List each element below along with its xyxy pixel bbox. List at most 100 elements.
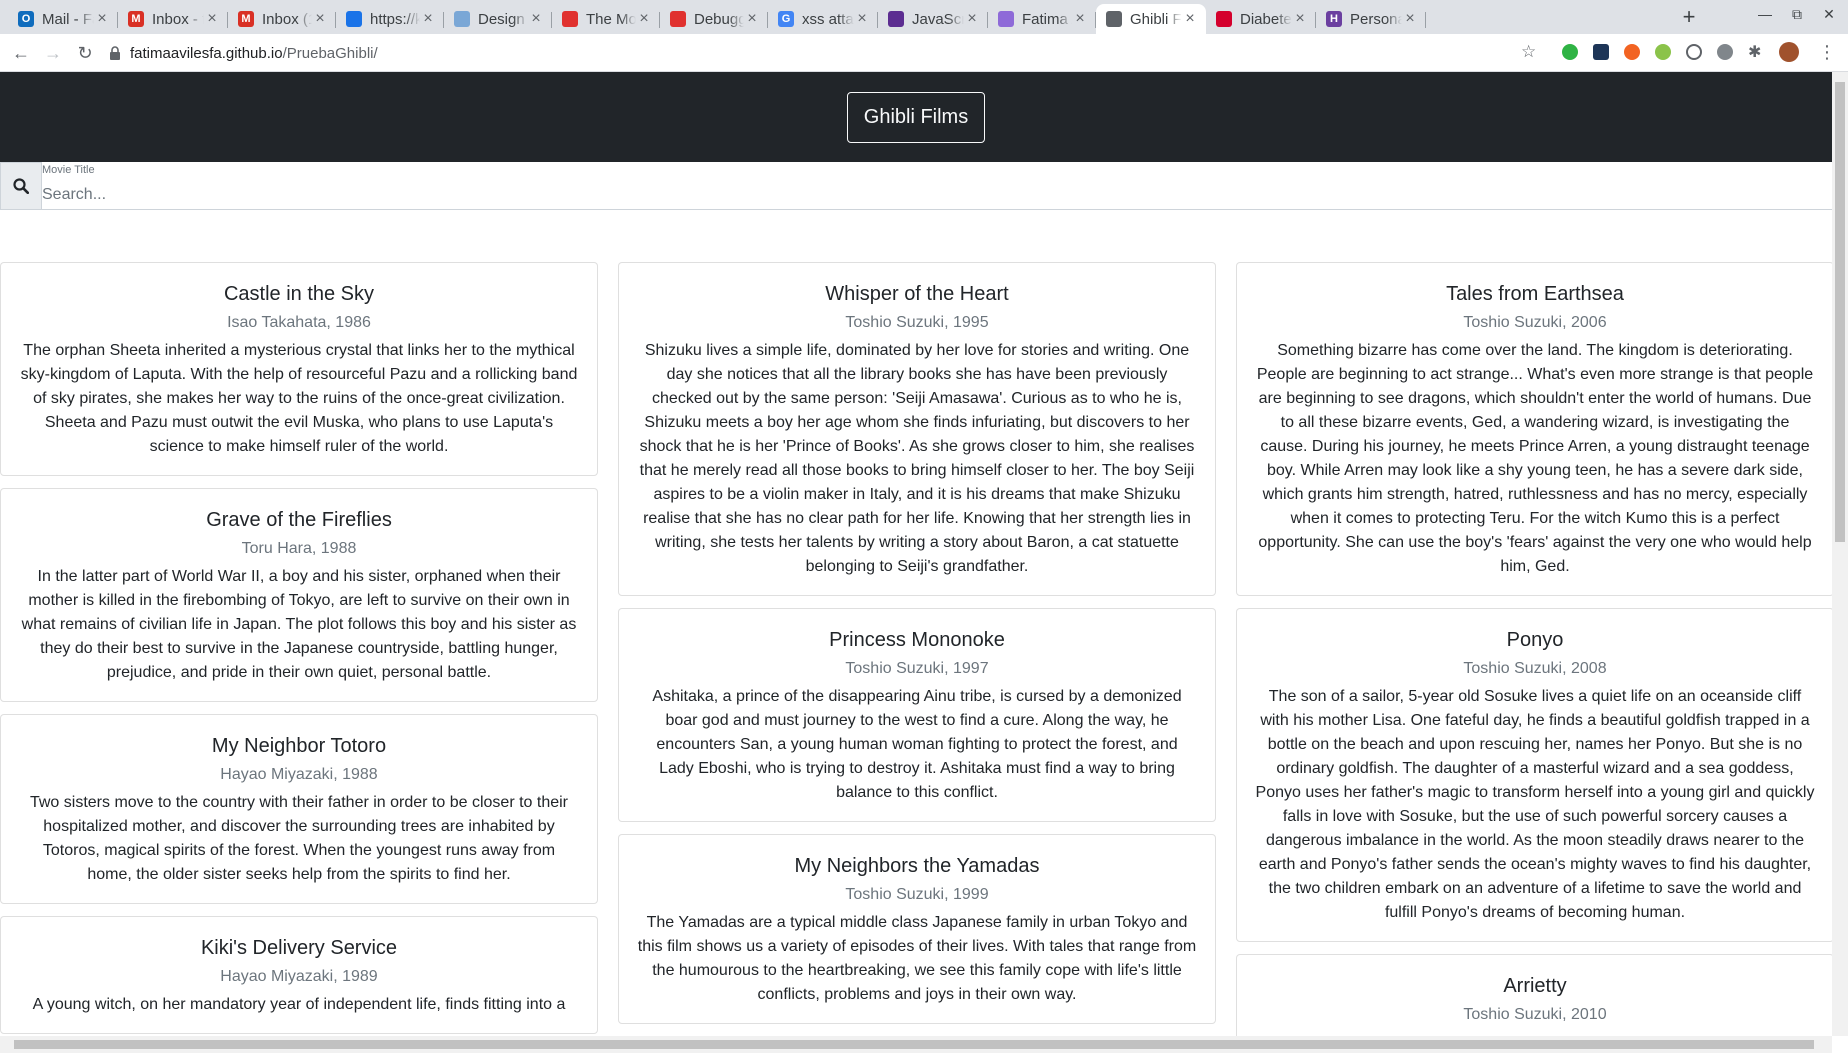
film-subtitle: Toshio Suzuki, 1995 <box>845 314 989 331</box>
browser-tab[interactable]: The Mod× <box>552 4 660 34</box>
vertical-scroll-thumb[interactable] <box>1835 82 1845 542</box>
tab-close-icon[interactable]: × <box>636 10 652 28</box>
tab-close-icon[interactable]: × <box>744 10 760 28</box>
film-title: Grave of the Fireflies <box>206 509 392 531</box>
vertical-scrollbar[interactable] <box>1832 72 1848 1036</box>
extension-circle-icon[interactable] <box>1686 44 1702 60</box>
tab-title: Debuggi <box>694 10 744 28</box>
tab-close-icon[interactable]: × <box>1402 10 1418 28</box>
browser-tab[interactable]: Gxss attac× <box>768 4 878 34</box>
horizontal-scrollbar[interactable] <box>0 1036 1832 1053</box>
film-card[interactable]: Tales from Earthsea Toshio Suzuki, 2006 So… <box>1236 262 1832 596</box>
forward-button[interactable]: → <box>42 42 64 64</box>
url-path: /PruebaGhibli/ <box>282 44 378 62</box>
film-title: Castle in the Sky <box>223 283 375 305</box>
browser-tab[interactable]: M Inbox - fatima× <box>118 4 228 34</box>
tab-close-icon[interactable]: × <box>528 10 544 28</box>
tab-strip: + — ⧉ ✕ OMail - Fatima×MInbox - fatima×M… <box>0 0 1848 34</box>
film-card[interactable]: Grave of the Fireflies Toru Hara, 1988 In … <box>0 488 598 702</box>
film-title: Whisper of the Heart <box>825 283 1009 305</box>
tab-close-icon[interactable]: × <box>1182 10 1198 28</box>
film-title: Kiki's Delivery Service <box>200 937 398 959</box>
tab-close-icon[interactable]: × <box>204 10 220 28</box>
browser-tab[interactable]: Ghibli Filr× <box>1096 4 1206 34</box>
search-icon <box>0 162 42 210</box>
cloud-favicon-icon <box>346 11 362 27</box>
close-window-icon[interactable]: ✕ <box>1814 6 1844 23</box>
extension-react-icon[interactable] <box>1593 44 1609 60</box>
browser-tab[interactable]: H Personal× <box>1316 4 1426 34</box>
film-description: Shizuku lives a simple life, dominated b… <box>639 342 1195 575</box>
tab-close-icon[interactable]: × <box>1292 10 1308 28</box>
browser-tab[interactable]: Fatima Av× <box>988 4 1096 34</box>
new-tab-button[interactable]: + <box>1676 6 1702 30</box>
browser-tab[interactable]: Diabetes× <box>1206 4 1316 34</box>
navbar: Ghibli Films <box>0 72 1832 162</box>
film-title: My Neighbors the Yamadas <box>794 855 1040 877</box>
browser-tab[interactable]: M Inbox (1)× <box>228 4 336 34</box>
restore-icon[interactable]: ⧉ <box>1782 6 1812 23</box>
browser-tab[interactable]: https://k × <box>336 4 444 34</box>
tab-title: JavaScrip <box>912 10 964 28</box>
film-card[interactable]: My Neighbor Totoro Hayao Miyazaki, 1988 Tw… <box>0 714 598 904</box>
extension-evernote-icon[interactable] <box>1562 44 1578 60</box>
gmail-favicon-icon: M <box>128 11 144 27</box>
google-favicon-icon: G <box>778 11 794 27</box>
film-description: The son of a sailor, 5-year old Sosuke l… <box>1255 688 1815 921</box>
gmail-favicon-icon: M <box>238 11 254 27</box>
search-bar: Movie Title <box>0 162 1832 210</box>
search-input[interactable] <box>42 180 1832 210</box>
browser-tab[interactable]: O Mail - Fatima× <box>8 4 118 34</box>
tab-title: https://k <box>370 10 420 28</box>
film-card[interactable]: Ponyo Toshio Suzuki, 2008 The son of a sai… <box>1236 608 1832 942</box>
browser-tab[interactable]: Debuggi× <box>660 4 768 34</box>
bookmark-star-icon[interactable]: ☆ <box>1521 42 1536 62</box>
film-card[interactable]: Arrietty Toshio Suzuki, 2010 <box>1236 954 1832 1036</box>
reload-button[interactable]: ↻ <box>74 42 96 64</box>
tab-title: Design Pa <box>478 10 528 28</box>
figure-favicon-icon <box>562 11 578 27</box>
page-viewport: Ghibli Films Movie Title Castle in the S… <box>0 72 1832 1036</box>
film-column: Tales from Earthsea Toshio Suzuki, 2006 So… <box>1236 262 1832 1036</box>
browser-toolbar: ← → ↻ fatimaavilesfa.github.io/PruebaGhi… <box>0 34 1848 72</box>
tab-close-icon[interactable]: × <box>312 10 328 28</box>
extension-orange-icon[interactable] <box>1624 44 1640 60</box>
tab-close-icon[interactable]: × <box>964 10 980 28</box>
tab-close-icon[interactable]: × <box>94 10 110 28</box>
film-card[interactable]: Castle in the Sky Isao Takahata, 1986 The … <box>0 262 598 476</box>
tab-title: Personal <box>1350 10 1402 28</box>
film-description: Ashitaka, a prince of the disappearing A… <box>652 688 1182 801</box>
extensions-puzzle-icon[interactable]: ✱ <box>1748 42 1761 62</box>
brain-favicon-icon <box>454 11 470 27</box>
address-bar[interactable]: fatimaavilesfa.github.io/PruebaGhibli/ <box>108 38 1538 68</box>
browser-tab[interactable]: JavaScrip× <box>878 4 988 34</box>
film-subtitle: Toshio Suzuki, 2010 <box>1463 1006 1607 1023</box>
url-host: fatimaavilesfa.github.io <box>130 44 283 62</box>
browser-tab[interactable]: Design Pa× <box>444 4 552 34</box>
horizontal-scroll-thumb[interactable] <box>14 1040 1814 1049</box>
film-subtitle: Hayao Miyazaki, 1988 <box>220 766 378 783</box>
minimize-icon[interactable]: — <box>1750 6 1780 22</box>
film-card[interactable]: Princess Mononoke Toshio Suzuki, 1997 Ashi… <box>618 608 1216 822</box>
search-label: Movie Title <box>42 164 95 176</box>
tab-title: Mail - Fatima <box>42 10 94 28</box>
film-title: Princess Mononoke <box>829 629 1005 651</box>
film-card[interactable]: Whisper of the Heart Toshio Suzuki, 1995 S… <box>618 262 1216 596</box>
film-column: Castle in the Sky Isao Takahata, 1986 The … <box>0 262 598 1036</box>
film-card[interactable]: My Neighbors the Yamadas Toshio Suzuki, 1… <box>618 834 1216 1024</box>
extension-green-icon[interactable] <box>1655 44 1671 60</box>
back-button[interactable]: ← <box>10 42 32 64</box>
profile-avatar[interactable] <box>1779 42 1799 62</box>
tab-close-icon[interactable]: × <box>1072 10 1088 28</box>
film-subtitle: Hayao Miyazaki, 1989 <box>220 968 378 985</box>
film-card[interactable]: Kiki's Delivery Service Hayao Miyazaki, 1… <box>0 916 598 1034</box>
film-title: Ponyo <box>1506 629 1564 651</box>
brand-button[interactable]: Ghibli Films <box>846 91 986 143</box>
menu-kebab-icon[interactable]: ⋮ <box>1818 42 1836 63</box>
tab-close-icon[interactable]: × <box>420 10 436 28</box>
film-subtitle: Toru Hara, 1988 <box>241 540 357 557</box>
film-description: In the latter part of World War II, a bo… <box>21 568 577 681</box>
outlook-favicon-icon: O <box>18 11 34 27</box>
tab-close-icon[interactable]: × <box>854 10 870 28</box>
extension-gear-icon[interactable] <box>1717 44 1733 60</box>
